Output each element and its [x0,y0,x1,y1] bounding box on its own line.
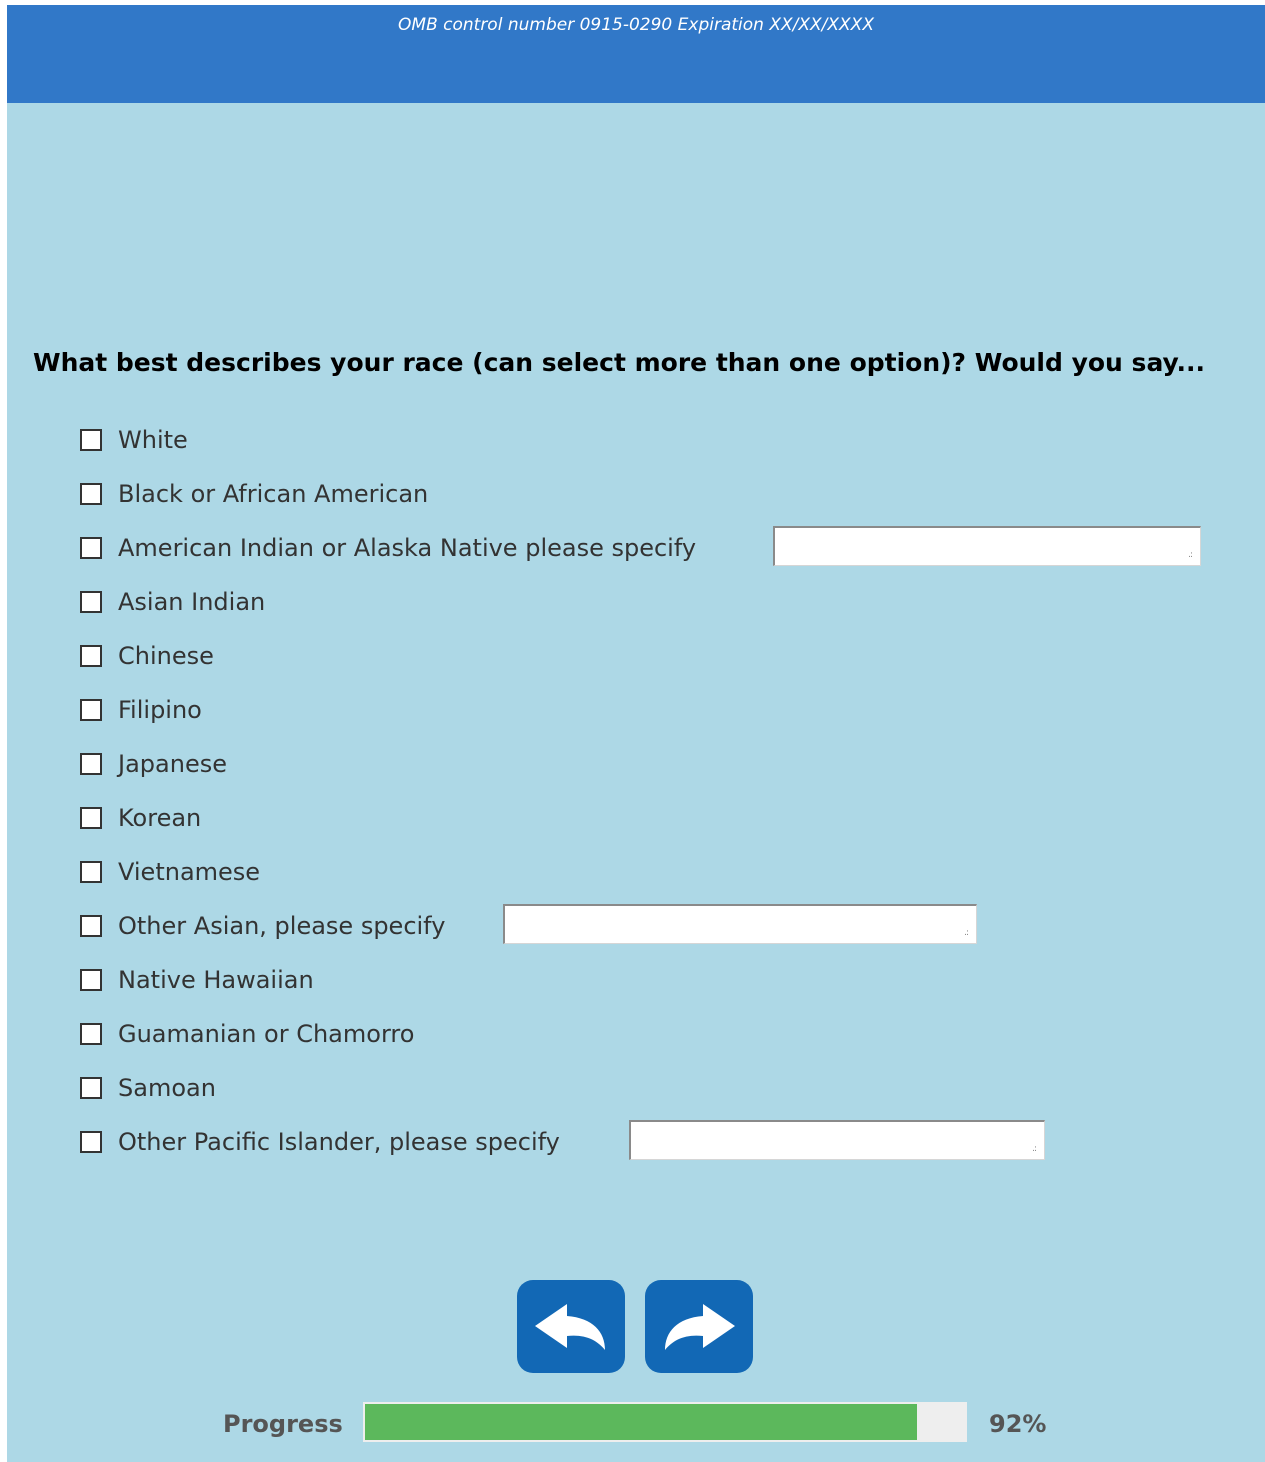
option-label: Guamanian or Chamorro [118,1020,415,1048]
checkbox[interactable] [80,1131,102,1153]
resize-grip-icon[interactable]: .: [1188,551,1193,560]
checkbox[interactable] [80,699,102,721]
option-japanese[interactable]: Japanese [80,747,227,781]
option-other-asian[interactable]: Other Asian, please specify [80,909,445,943]
back-button[interactable] [517,1280,625,1373]
checkbox[interactable] [80,807,102,829]
checkbox[interactable] [80,1077,102,1099]
other-asian-specify-field[interactable]: .: [503,904,977,944]
option-label: Japanese [118,750,227,778]
checkbox[interactable] [80,429,102,451]
option-label: Korean [118,804,202,832]
option-white[interactable]: White [80,423,188,457]
checkbox[interactable] [80,753,102,775]
option-label: Chinese [118,642,214,670]
option-label: Native Hawaiian [118,966,314,994]
option-label: Asian Indian [118,588,266,616]
checkbox[interactable] [80,483,102,505]
checkbox[interactable] [80,915,102,937]
resize-grip-icon[interactable]: .: [964,929,969,938]
checkbox[interactable] [80,861,102,883]
checkbox[interactable] [80,537,102,559]
omb-control-text: OMB control number 0915-0290 Expiration … [398,15,874,35]
option-chinese[interactable]: Chinese [80,639,214,673]
other-pacific-islander-specify-field[interactable]: .: [629,1120,1045,1160]
option-label: White [118,426,188,454]
option-label: Other Pacific Islander, please specify [118,1128,560,1156]
option-label: Vietnamese [118,858,261,886]
checkbox[interactable] [80,645,102,667]
option-vietnamese[interactable]: Vietnamese [80,855,260,889]
option-label: Samoan [118,1074,216,1102]
forward-arrow-icon [665,1303,735,1350]
checkbox[interactable] [80,1023,102,1045]
option-korean[interactable]: Korean [80,801,201,835]
option-label: Filipino [118,696,202,724]
option-black-african-american[interactable]: Black or African American [80,477,428,511]
checkbox[interactable] [80,591,102,613]
back-arrow-icon [535,1303,605,1350]
option-filipino[interactable]: Filipino [80,693,202,727]
progress-bar-fill [365,1404,917,1440]
next-button[interactable] [645,1280,753,1373]
question-text: What best describes your race (can selec… [33,348,1206,377]
option-label: American Indian or Alaska Native please … [118,534,697,562]
option-american-indian-alaska-native[interactable]: American Indian or Alaska Native please … [80,531,696,565]
checkbox[interactable] [80,969,102,991]
option-asian-indian[interactable]: Asian Indian [80,585,265,619]
option-label: Other Asian, please specify [118,912,446,940]
progress-label: Progress [223,1410,343,1438]
survey-page: OMB control number 0915-0290 Expiration … [7,5,1265,1462]
option-label: Black or African American [118,480,429,508]
american-indian-specify-field[interactable]: .: [773,526,1201,566]
progress-percent: 92% [989,1410,1047,1438]
progress-bar [363,1402,967,1442]
header-bar: OMB control number 0915-0290 Expiration … [7,5,1265,103]
option-guamanian-chamorro[interactable]: Guamanian or Chamorro [80,1017,414,1051]
resize-grip-icon[interactable]: .: [1032,1145,1037,1154]
option-samoan[interactable]: Samoan [80,1071,216,1105]
option-other-pacific-islander[interactable]: Other Pacific Islander, please specify [80,1125,560,1159]
option-native-hawaiian[interactable]: Native Hawaiian [80,963,314,997]
